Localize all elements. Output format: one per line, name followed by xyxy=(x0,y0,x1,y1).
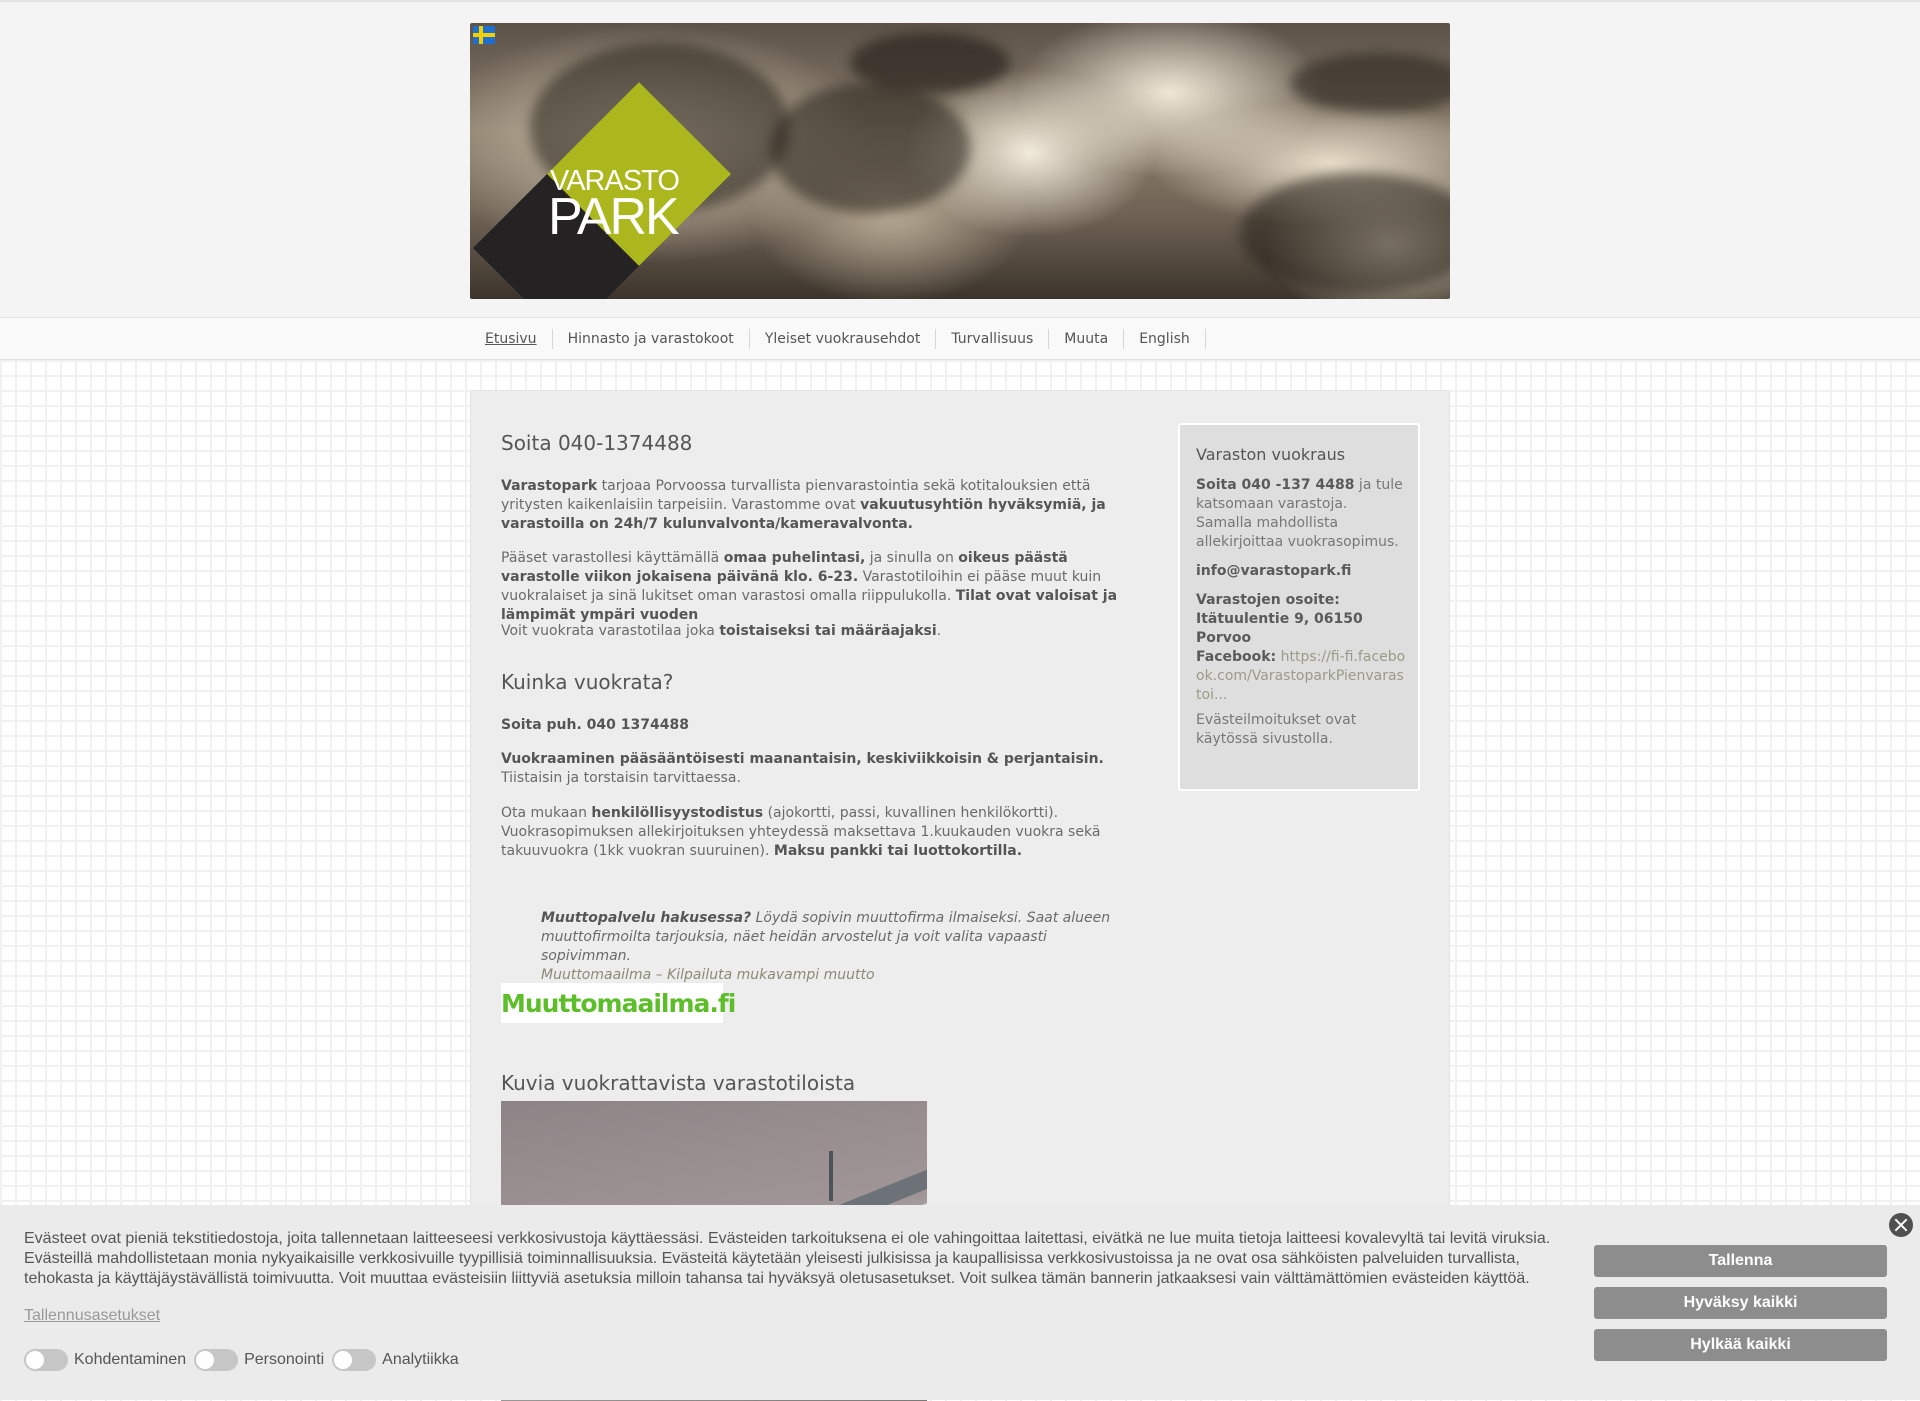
heading-photos: Kuvia vuokrattavista varastotiloista xyxy=(501,1071,856,1095)
id-payment-paragraph: Ota mukaan henkilöllisyystodistus (ajoko… xyxy=(501,805,1101,859)
sidebar-call-text: Soita 040 -137 4488 ja tule katsomaan va… xyxy=(1196,477,1403,550)
sidebar-facebook: Facebook: https://fi-fi.facebook.com/Var… xyxy=(1196,649,1406,703)
cookie-description: Evästeet ovat pieniä tekstitiedostoja, j… xyxy=(24,1230,1551,1287)
heading-call: Soita 040-1374488 xyxy=(501,431,693,455)
main-navigation-bar: Etusivu Hinnasto ja varastokoot Yleiset … xyxy=(0,317,1920,360)
muuttomaailma-link[interactable]: Muuttomaailma – Kilpailuta mukavampi muu… xyxy=(541,967,875,983)
header-banner-image: VARASTO PARK xyxy=(470,23,1450,299)
nav-item-vuokrausehdot[interactable]: Yleiset vuokrausehdot xyxy=(750,328,937,349)
toggle-analytiikka[interactable]: Analytiikka xyxy=(332,1349,459,1371)
sidebar-address: Varastojen osoite: Itätuulentie 9, 06150… xyxy=(1196,592,1363,646)
reject-all-button[interactable]: Hylkää kaikki xyxy=(1594,1329,1887,1361)
varastopark-logo[interactable]: VARASTO PARK xyxy=(470,23,770,299)
phone-paragraph: Soita puh. 040 1374488 xyxy=(501,717,689,733)
sidebar-email[interactable]: info@varastopark.fi xyxy=(1196,562,1406,581)
nav-item-english[interactable]: English xyxy=(1124,328,1206,349)
close-icon[interactable] xyxy=(1889,1213,1913,1237)
rental-days-paragraph: Vuokraaminen pääsääntöisesti maanantaisi… xyxy=(501,751,1104,786)
intro-paragraph: Varastopark tarjoaa Porvoossa turvallist… xyxy=(501,478,1106,532)
muuttomaailma-logo[interactable]: Muuttomaailma.fi xyxy=(501,983,736,1023)
cookie-buttons: Tallenna Hyväksy kaikki Hylkää kaikki xyxy=(1594,1245,1887,1371)
save-button[interactable]: Tallenna xyxy=(1594,1245,1887,1277)
nav-item-hinnasto[interactable]: Hinnasto ja varastokoot xyxy=(553,328,750,349)
swedish-flag-icon[interactable] xyxy=(473,26,495,44)
cookie-settings-link[interactable]: Tallennusasetukset xyxy=(24,1307,160,1325)
moving-service-quote: Muuttopalvelu hakusessa? Löydä sopivin m… xyxy=(541,910,1111,983)
accept-all-button[interactable]: Hyväksy kaikki xyxy=(1594,1287,1887,1319)
toggle-switch[interactable] xyxy=(332,1349,377,1371)
sidebar-rental-info: Varaston vuokraus Soita 040 -137 4488 ja… xyxy=(1178,423,1420,791)
rental-term-paragraph: Voit vuokrata varastotilaa joka toistais… xyxy=(501,623,942,639)
access-paragraph: Pääset varastollesi käyttämällä omaa puh… xyxy=(501,550,1118,623)
toggle-switch[interactable] xyxy=(24,1349,68,1371)
toggle-switch[interactable] xyxy=(194,1349,239,1371)
cookie-banner: Evästeet ovat pieniä tekstitiedostoja, j… xyxy=(0,1205,1920,1400)
heading-how-to-rent: Kuinka vuokrata? xyxy=(501,670,674,694)
toggle-kohdentaminen[interactable]: Kohdentaminen xyxy=(24,1349,186,1371)
sidebar-cookie-note: Evästeilmoitukset ovat käytössä sivustol… xyxy=(1196,712,1357,747)
main-nav: Etusivu Hinnasto ja varastokoot Yleiset … xyxy=(470,318,1206,359)
cookie-toggles: Kohdentaminen Personointi Analytiikka xyxy=(24,1349,467,1371)
nav-item-etusivu[interactable]: Etusivu xyxy=(470,328,553,349)
header-band: VARASTO PARK xyxy=(0,0,1920,318)
nav-item-turvallisuus[interactable]: Turvallisuus xyxy=(936,328,1050,349)
sidebar-title: Varaston vuokraus xyxy=(1196,445,1346,464)
nav-item-muuta[interactable]: Muuta xyxy=(1049,328,1125,349)
toggle-personointi[interactable]: Personointi xyxy=(194,1349,324,1371)
